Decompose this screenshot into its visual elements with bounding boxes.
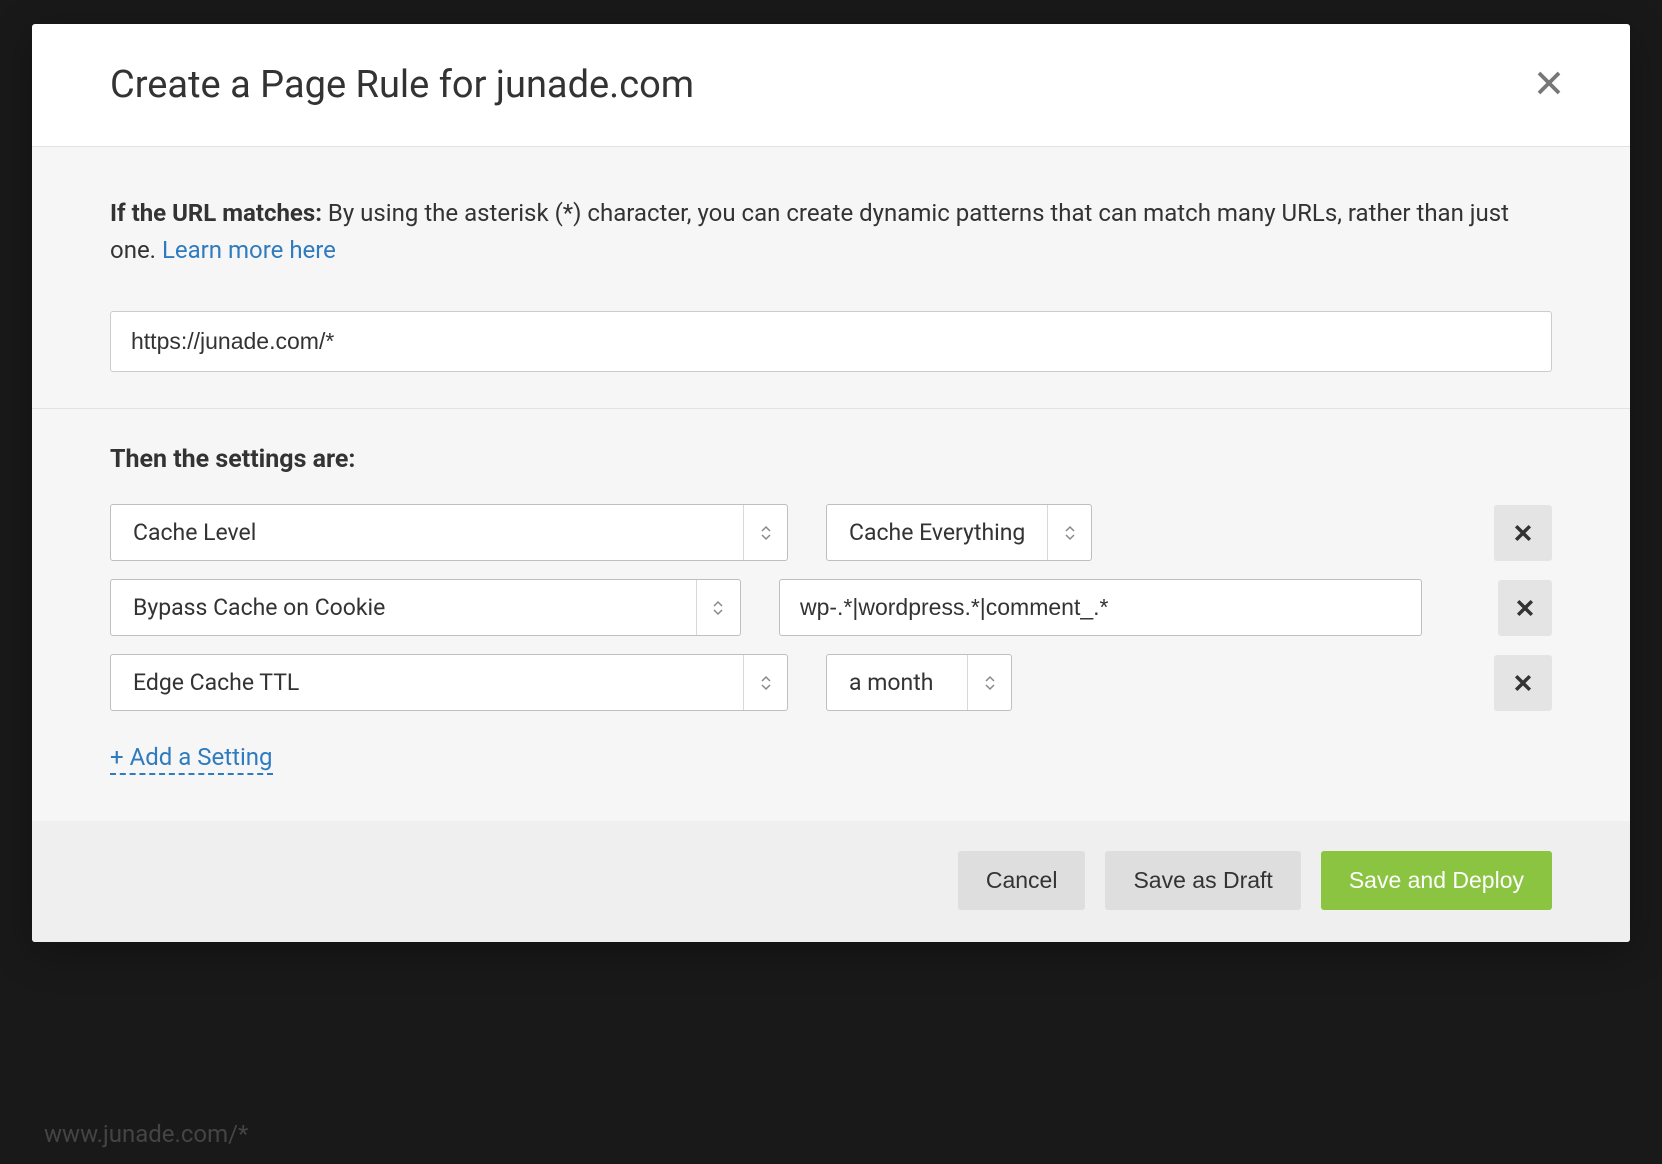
setting-row: Cache Level Cache Everything xyxy=(110,504,1552,561)
url-match-section: If the URL matches: By using the asteris… xyxy=(32,147,1630,409)
modal-header: Create a Page Rule for junade.com xyxy=(32,24,1630,147)
modal-body: If the URL matches: By using the asteris… xyxy=(32,147,1630,821)
remove-setting-button[interactable] xyxy=(1494,655,1552,711)
cancel-button[interactable]: Cancel xyxy=(958,851,1086,910)
setting-name-text: Edge Cache TTL xyxy=(111,655,743,710)
save-draft-button[interactable]: Save as Draft xyxy=(1105,851,1300,910)
remove-icon xyxy=(1513,596,1537,620)
bg-url-text: www.junade.com/* xyxy=(44,1120,248,1148)
remove-icon xyxy=(1511,521,1535,545)
url-pattern-input[interactable] xyxy=(110,311,1552,372)
setting-name-text: Bypass Cache on Cookie xyxy=(111,580,696,635)
add-setting-link[interactable]: + Add a Setting xyxy=(110,743,273,775)
remove-icon xyxy=(1511,671,1535,695)
setting-row: Bypass Cache on Cookie xyxy=(110,579,1552,636)
page-rule-modal: Create a Page Rule for junade.com If the… xyxy=(32,24,1630,942)
setting-value-select[interactable]: Cache Everything xyxy=(826,504,1092,561)
setting-value-text: Cache Everything xyxy=(827,505,1047,560)
save-deploy-button[interactable]: Save and Deploy xyxy=(1321,851,1552,910)
setting-value-input[interactable] xyxy=(779,579,1422,636)
learn-more-link[interactable]: Learn more here xyxy=(162,236,336,264)
modal-footer: Cancel Save as Draft Save and Deploy xyxy=(32,821,1630,942)
remove-setting-button[interactable] xyxy=(1498,580,1552,636)
close-button[interactable] xyxy=(1528,62,1570,108)
setting-row: Edge Cache TTL a month xyxy=(110,654,1552,711)
setting-name-select[interactable]: Edge Cache TTL xyxy=(110,654,788,711)
setting-name-select[interactable]: Cache Level xyxy=(110,504,788,561)
settings-label: Then the settings are: xyxy=(110,445,1552,474)
url-label-prefix: If the URL matches: xyxy=(110,199,322,227)
url-description: If the URL matches: By using the asteris… xyxy=(110,195,1552,269)
setting-value-text: a month xyxy=(827,655,967,710)
select-arrows-icon xyxy=(743,655,787,710)
setting-value-select[interactable]: a month xyxy=(826,654,1012,711)
select-arrows-icon xyxy=(1047,505,1091,560)
settings-section: Then the settings are: Cache Level Cache… xyxy=(32,409,1630,821)
select-arrows-icon xyxy=(696,580,740,635)
setting-name-select[interactable]: Bypass Cache on Cookie xyxy=(110,579,741,636)
close-icon xyxy=(1534,68,1564,98)
remove-setting-button[interactable] xyxy=(1494,505,1552,561)
modal-title: Create a Page Rule for junade.com xyxy=(110,63,694,107)
setting-name-text: Cache Level xyxy=(111,505,743,560)
select-arrows-icon xyxy=(967,655,1011,710)
select-arrows-icon xyxy=(743,505,787,560)
